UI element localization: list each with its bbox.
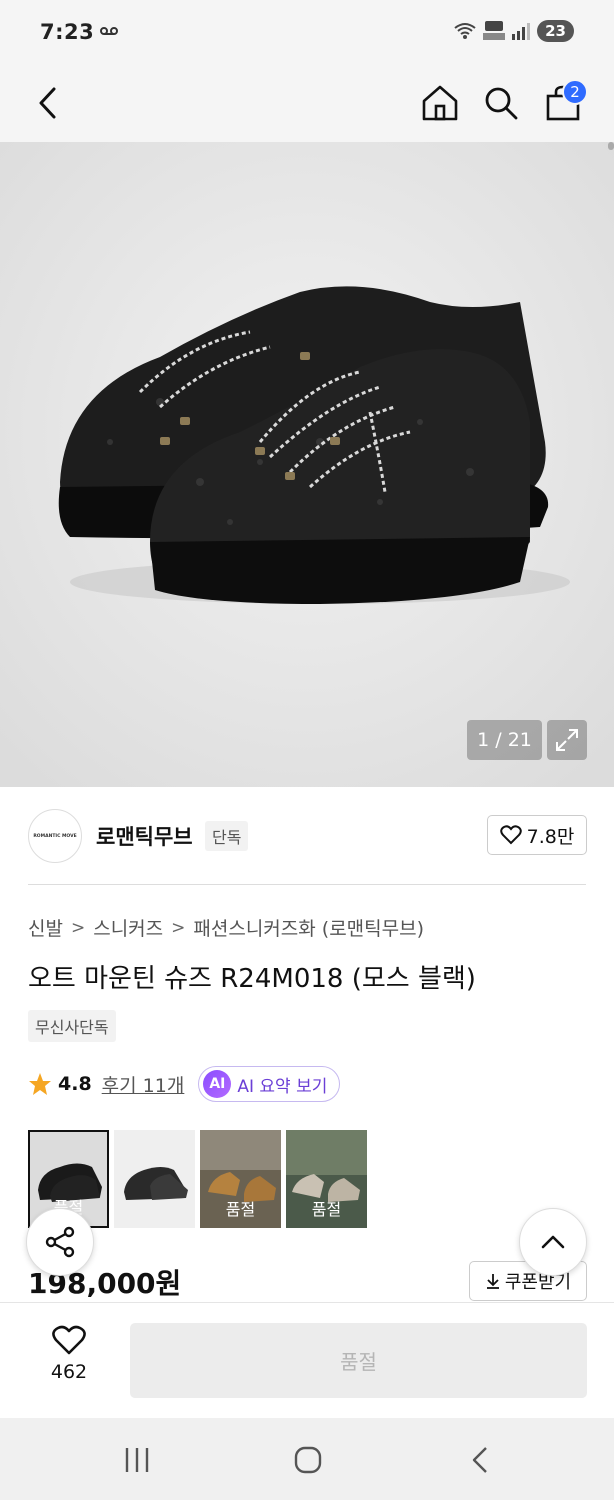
share-button[interactable] [26,1208,94,1276]
soldout-label: 품절 [225,1200,256,1219]
chevron-right-icon: > [70,917,86,938]
download-icon [486,1274,499,1289]
ai-icon: AI [203,1070,232,1098]
status-bar: 7:23 23 [0,0,614,66]
scroll-to-top-button[interactable] [519,1208,587,1276]
ai-summary-button[interactable]: AI AI 요약 보기 [198,1066,341,1102]
search-icon [485,87,518,120]
product-image-gallery[interactable] [0,142,614,787]
brand-logo[interactable]: ROMANTIC MOVE [28,809,82,863]
star-icon [29,1073,51,1095]
variant-thumbnail[interactable]: 품절 [286,1130,367,1228]
voicemail-icon [100,27,118,35]
back-nav-button[interactable] [458,1438,502,1482]
back-button[interactable] [23,78,73,128]
expand-image-button[interactable] [547,720,587,760]
brand-row: ROMANTIC MOVE 로맨틱무브 단독 7.8만 [0,787,614,884]
rating-row: 4.8 후기 11개 AI AI 요약 보기 [28,1066,341,1102]
variant-thumbnail[interactable] [114,1130,195,1228]
recent-apps-icon [125,1448,149,1472]
review-count-link[interactable]: 후기 11개 [102,1071,185,1098]
brand-exclusive-tag: 단독 [205,821,249,851]
top-nav: 2 [0,66,614,142]
recent-apps-button[interactable] [115,1438,159,1482]
signal-icon [512,23,531,40]
chevron-left-icon [472,1447,487,1473]
home-icon [422,85,458,121]
breadcrumb-item[interactable]: 신발 [28,914,63,941]
hd-voice-icon [483,21,506,40]
brand-logo-text: ROMANTIC MOVE [33,833,77,839]
brand-like-button[interactable]: 7.8만 [487,815,587,855]
product-title: 오트 마운틴 슈즈 R24M018 (모스 블랙) [28,964,476,994]
status-time: 7:23 [40,20,95,44]
variant-image [124,1167,188,1200]
search-button[interactable] [476,78,526,128]
cart-count-badge: 2 [562,79,588,105]
breadcrumb: 신발 > 스니커즈 > 패션스니커즈화 (로맨틱무브) [28,914,424,941]
expand-icon [556,729,578,751]
battery-indicator: 23 [537,20,574,42]
system-nav-bar [0,1418,614,1500]
heart-icon [499,825,522,845]
variant-thumbnail[interactable]: 품절 [200,1130,281,1228]
ai-summary-label: AI 요약 보기 [237,1076,328,1097]
product-photo [0,142,614,787]
home-circle-icon [294,1446,322,1474]
breadcrumb-item[interactable]: 스니커즈 [93,914,163,941]
brand-like-count: 7.8만 [526,825,575,848]
brand-name[interactable]: 로맨틱무브 [96,821,193,851]
chevron-left-icon [39,87,56,119]
wishlist-count: 462 [50,1361,88,1383]
rating-value: 4.8 [58,1073,92,1095]
exclusive-badge: 무신사단독 [28,1010,116,1042]
home-button[interactable] [415,78,465,128]
chevron-right-icon: > [171,917,186,938]
status-indicators: 23 [453,20,574,42]
breadcrumb-item[interactable]: 패션스니커즈화 (로맨틱무브) [193,914,424,941]
wishlist-button[interactable]: 462 [40,1325,98,1383]
wifi-icon [454,23,476,39]
home-nav-button[interactable] [286,1438,330,1482]
cart-button[interactable]: 2 [538,78,588,128]
divider [28,884,586,885]
scroll-indicator [608,142,614,150]
share-icon [45,1226,75,1258]
bottom-action-bar: 462 품절 [0,1302,614,1418]
soldout-label: 품절 [311,1200,342,1219]
heart-icon [52,1325,86,1355]
chevron-up-icon [541,1235,565,1249]
soldout-button[interactable]: 품절 [130,1323,587,1398]
image-counter: 1 / 21 [467,720,542,760]
